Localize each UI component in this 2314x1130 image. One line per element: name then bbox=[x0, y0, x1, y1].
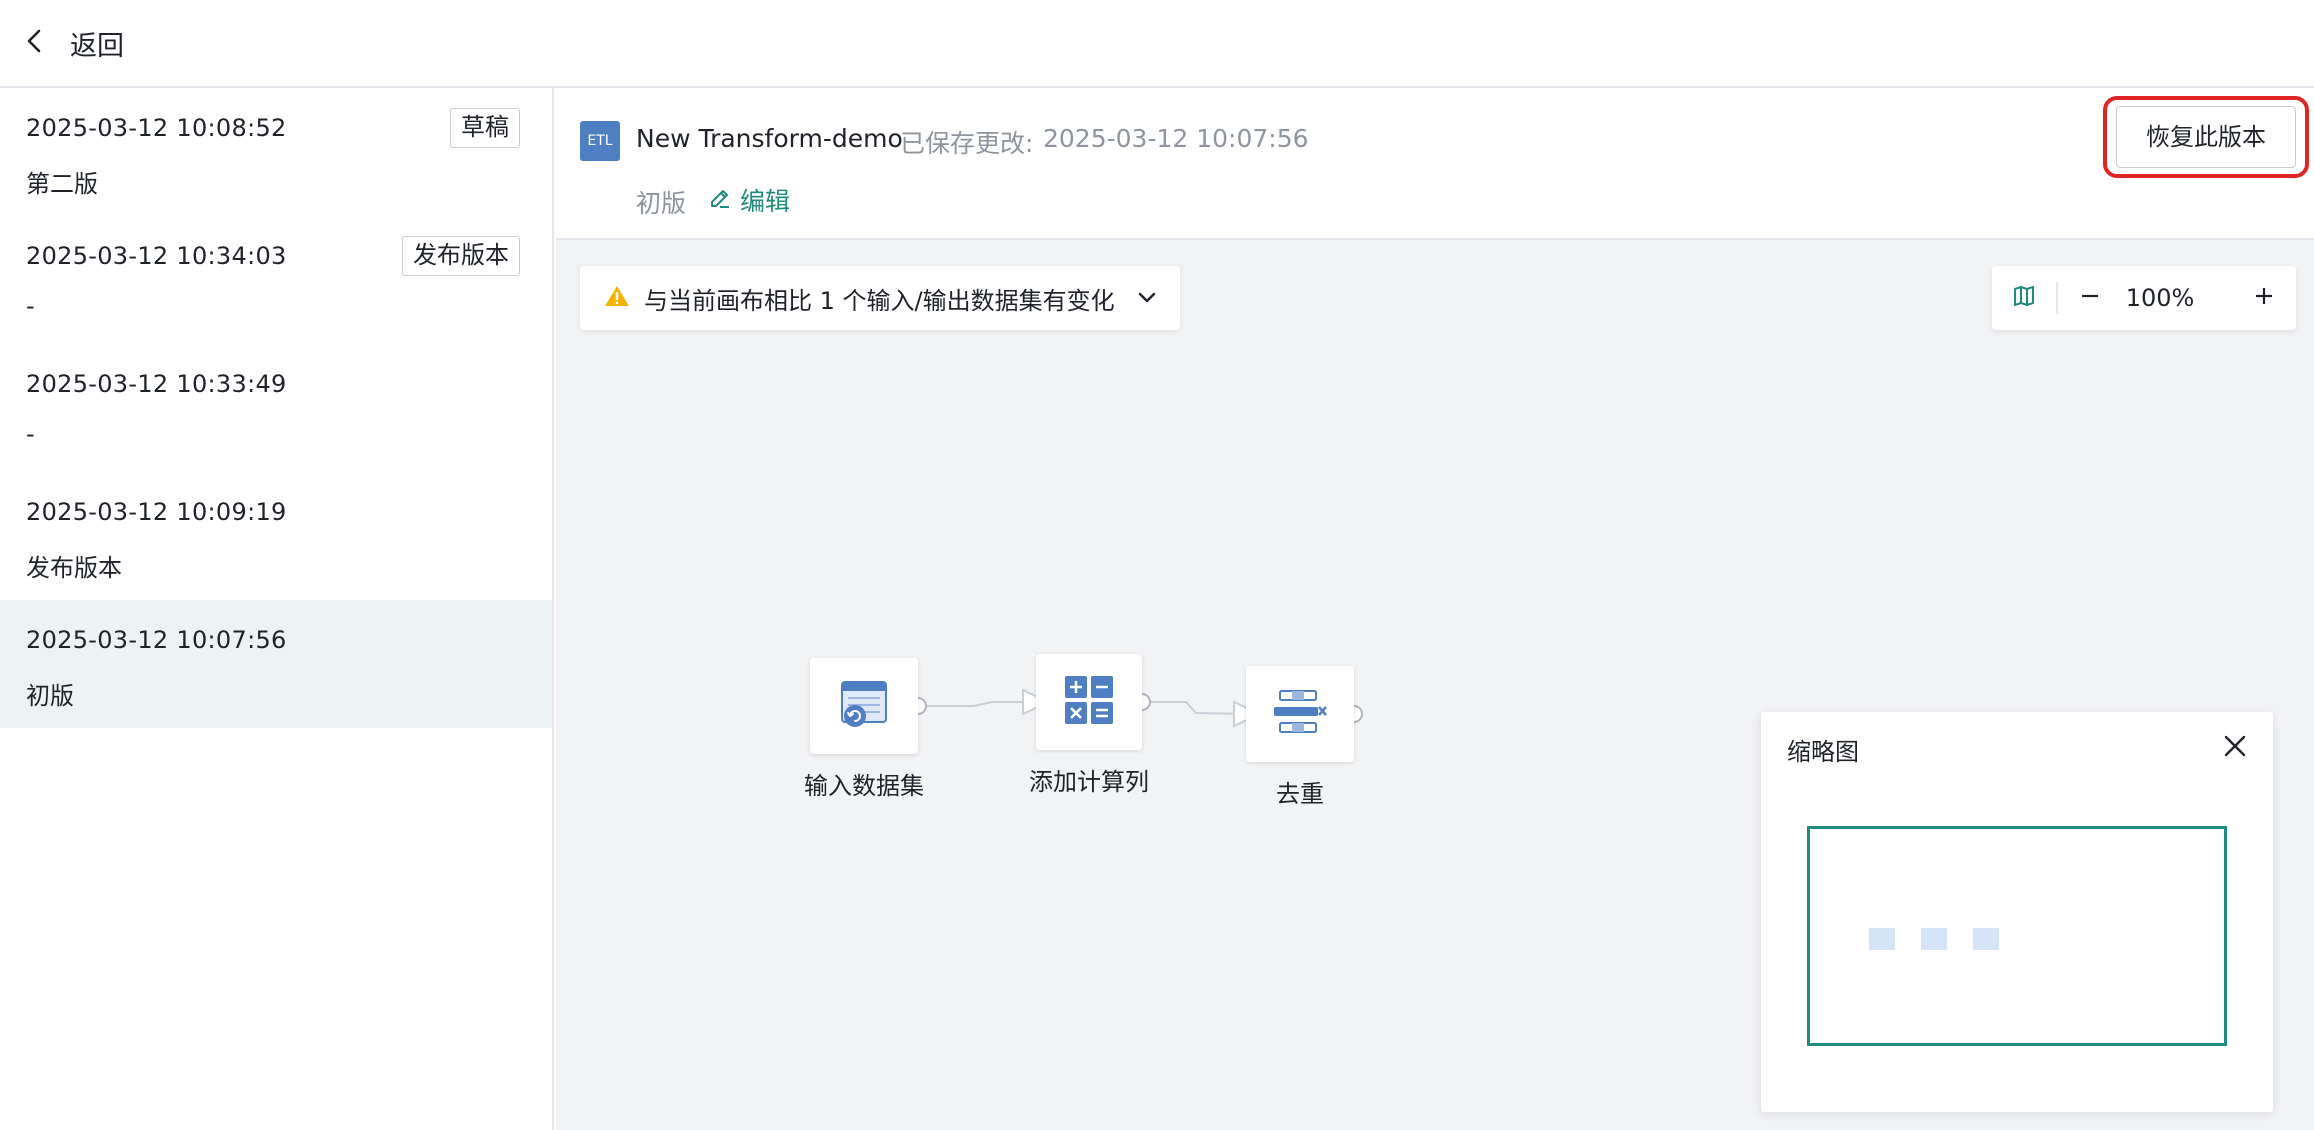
edit-button[interactable]: 编辑 bbox=[708, 182, 790, 218]
minimap-toggle-button[interactable] bbox=[1992, 266, 2056, 330]
notice-text: 与当前画布相比 1 个输入/输出数据集有变化 bbox=[644, 286, 1115, 315]
chevron-left-icon bbox=[24, 28, 46, 58]
flow-node-dedupe[interactable] bbox=[1246, 666, 1354, 762]
version-name: 第二版 bbox=[26, 170, 98, 198]
change-notice[interactable]: 与当前画布相比 1 个输入/输出数据集有变化 bbox=[580, 266, 1180, 330]
minus-icon bbox=[2079, 285, 2101, 311]
map-icon bbox=[2012, 284, 2036, 312]
version-item[interactable]: 2025-03-12 10:08:52 第二版 草稿 bbox=[0, 88, 552, 216]
version-item[interactable]: 2025-03-12 10:34:03 - 发布版本 bbox=[0, 216, 552, 344]
dataset-icon bbox=[838, 678, 890, 734]
version-name: 发布版本 bbox=[26, 554, 122, 582]
flow-node-add-computed-column[interactable] bbox=[1036, 654, 1142, 750]
back-label: 返回 bbox=[70, 30, 124, 62]
edit-label: 编辑 bbox=[740, 187, 791, 216]
minimap-node bbox=[1921, 928, 1947, 950]
etl-icon: ETL bbox=[580, 121, 620, 161]
zoom-in-button[interactable] bbox=[2232, 266, 2296, 330]
flow-node-label: 去重 bbox=[1276, 780, 1324, 808]
version-timestamp: 2025-03-12 10:33:49 bbox=[26, 370, 287, 398]
flow-node-input-dataset[interactable] bbox=[810, 658, 918, 754]
flow-node-label: 添加计算列 bbox=[1029, 768, 1149, 796]
restore-version-button[interactable]: 恢复此版本 bbox=[2116, 106, 2296, 168]
minimap-node bbox=[1973, 928, 1999, 950]
close-minimap-button[interactable] bbox=[2219, 732, 2251, 764]
edit-icon bbox=[708, 186, 732, 214]
chevron-down-icon[interactable] bbox=[1137, 291, 1157, 305]
version-item-selected[interactable]: 2025-03-12 10:07:56 初版 bbox=[0, 600, 552, 728]
version-name: - bbox=[26, 292, 35, 320]
close-icon bbox=[2222, 733, 2248, 763]
current-version-name: 初版 bbox=[636, 189, 687, 218]
version-item[interactable]: 2025-03-12 10:09:19 发布版本 bbox=[0, 472, 552, 600]
calculator-icon bbox=[1063, 674, 1115, 730]
minimap-node bbox=[1869, 928, 1895, 950]
zoom-toolbar: 100% bbox=[1992, 266, 2296, 330]
version-history-sidebar: 2025-03-12 10:08:52 第二版 草稿 2025-03-12 10… bbox=[0, 88, 554, 1130]
main-area: ETL New Transform-demo 已保存更改: 2025-03-12… bbox=[556, 88, 2314, 1130]
zoom-level: 100% bbox=[2125, 284, 2195, 312]
minimap-panel: 缩略图 bbox=[1761, 712, 2273, 1112]
version-timestamp: 2025-03-12 10:07:56 bbox=[26, 626, 287, 654]
transform-title: New Transform-demo bbox=[636, 124, 903, 153]
version-tag-draft: 草稿 bbox=[450, 108, 520, 148]
top-bar: 返回 bbox=[0, 0, 2314, 88]
flow-node-label: 输入数据集 bbox=[804, 772, 924, 800]
warning-icon bbox=[604, 284, 630, 312]
minimap-title: 缩略图 bbox=[1787, 738, 1859, 766]
version-name: 初版 bbox=[26, 682, 74, 710]
plus-icon bbox=[2253, 285, 2275, 311]
version-header: ETL New Transform-demo 已保存更改: 2025-03-12… bbox=[556, 88, 2314, 240]
version-name: - bbox=[26, 420, 35, 448]
dedupe-icon bbox=[1272, 687, 1328, 741]
saved-time: 2025-03-12 10:07:56 bbox=[1043, 124, 1309, 153]
back-button[interactable]: 返回 bbox=[24, 24, 124, 63]
saved-label: 已保存更改: bbox=[900, 129, 1034, 158]
version-timestamp: 2025-03-12 10:09:19 bbox=[26, 498, 287, 526]
version-tag-published: 发布版本 bbox=[402, 236, 520, 276]
version-item[interactable]: 2025-03-12 10:33:49 - bbox=[0, 344, 552, 472]
